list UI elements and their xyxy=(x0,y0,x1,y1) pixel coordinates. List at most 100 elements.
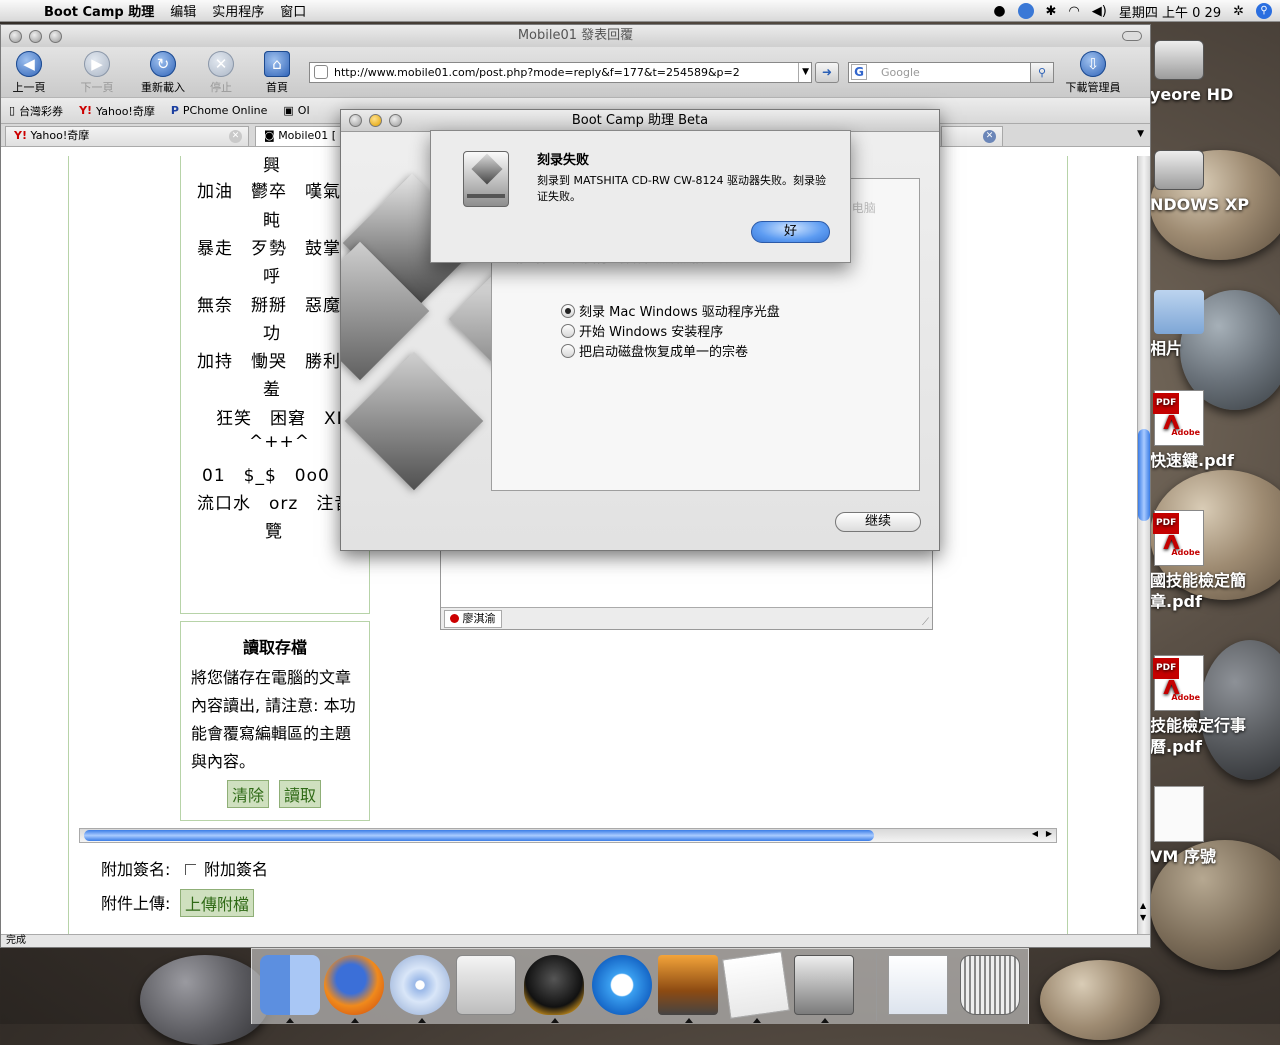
search-input[interactable]: G Google ⚲ xyxy=(848,62,1054,83)
bootcamp-assistant-icon[interactable] xyxy=(794,955,854,1015)
itunes-icon[interactable] xyxy=(390,955,450,1015)
tab-list-dropdown-icon[interactable]: ▼ xyxy=(1137,129,1144,139)
radio-icon xyxy=(561,344,575,358)
chat-contact-tab[interactable]: 廖淇渝 xyxy=(444,610,502,628)
emoticon-row[interactable]: 覽 xyxy=(265,517,283,542)
spotlight-icon[interactable]: ⚲ xyxy=(1256,3,1272,19)
scroll-left-arrow-icon[interactable]: ◀ xyxy=(1032,829,1038,838)
minimize-window-button[interactable] xyxy=(29,30,42,43)
running-indicator xyxy=(753,1018,761,1023)
finder-icon[interactable] xyxy=(260,955,320,1015)
close-window-button[interactable] xyxy=(9,30,22,43)
trash-icon[interactable] xyxy=(960,955,1020,1015)
zoom-window-button[interactable] xyxy=(389,114,402,127)
menu-window[interactable]: 窗口 xyxy=(272,1,314,20)
scroll-down-arrow-icon[interactable]: ▼ xyxy=(1140,913,1146,922)
bookmark-item[interactable]: ▣ OI xyxy=(275,104,317,117)
reload-button[interactable]: ↻ 重新載入 xyxy=(137,51,189,95)
quicktime-icon[interactable] xyxy=(592,955,652,1015)
zoom-window-button[interactable] xyxy=(49,30,62,43)
textedit-icon[interactable] xyxy=(722,951,790,1019)
iphoto-icon[interactable] xyxy=(658,955,718,1015)
close-tab-icon[interactable]: ✕ xyxy=(229,130,242,143)
bootcamp-apple-icon[interactable] xyxy=(456,955,516,1015)
pdf-file-icon: PDF ᴧ Adobe xyxy=(1153,390,1204,446)
horizontal-scroll-thumb[interactable] xyxy=(84,830,874,841)
close-window-button[interactable] xyxy=(349,114,362,127)
bookmark-item[interactable]: Y! Yahoo!奇摩 xyxy=(71,103,163,119)
google-engine-icon[interactable]: G xyxy=(851,64,867,80)
qq-status-icon[interactable]: ● xyxy=(993,3,1005,19)
desktop-icon-windows-disk[interactable]: NDOWS XP xyxy=(1150,140,1280,215)
emoticon-row[interactable]: 羞 xyxy=(263,375,281,400)
emoticon-row[interactable]: ^++^ xyxy=(249,432,310,452)
tab-other[interactable]: ✕ xyxy=(941,126,1003,146)
script-menu-icon[interactable]: ✲ xyxy=(1233,4,1244,19)
search-icon[interactable]: ⚲ xyxy=(1030,62,1054,83)
menu-utilities[interactable]: 实用程序 xyxy=(204,1,272,20)
continue-button[interactable]: 继续 xyxy=(835,512,921,532)
alert-title: 刻录失败 xyxy=(537,153,590,168)
yahoo-icon: Y! xyxy=(14,129,27,142)
vertical-scroll-thumb[interactable] xyxy=(1138,429,1150,521)
close-tab-icon[interactable]: ✕ xyxy=(983,130,996,143)
qq-penguin-icon[interactable] xyxy=(524,955,584,1015)
bluetooth-icon[interactable]: ✱ xyxy=(1046,4,1057,19)
scroll-up-arrow-icon[interactable]: ▲ xyxy=(1140,901,1146,910)
downloads-button[interactable]: ⇩ 下載管理員 xyxy=(1063,51,1123,95)
option-burn-driver-cd[interactable]: 刻录 Mac Windows 驱动程序光盘 xyxy=(561,301,780,320)
tab-yahoo[interactable]: Y! Yahoo!奇摩 ✕ xyxy=(5,126,249,146)
editor-horizontal-scrollbar[interactable]: ◀ ▶ xyxy=(79,828,1057,843)
running-indicator xyxy=(551,1018,559,1023)
menubar-clock[interactable]: 星期四 上午 0 29 xyxy=(1119,2,1221,21)
scroll-right-arrow-icon[interactable]: ▶ xyxy=(1046,829,1052,838)
emoticon-row[interactable]: 狂笑 困窘 XD xyxy=(216,404,351,429)
messenger-status-icon[interactable] xyxy=(1017,3,1034,19)
firefox-icon[interactable] xyxy=(324,955,384,1015)
signature-label: 附加簽名: xyxy=(101,860,171,879)
url-input[interactable]: http://www.mobile01.com/post.php?mode=re… xyxy=(309,62,812,83)
desktop-icon-photos-folder[interactable]: 相片 xyxy=(1150,278,1280,359)
signature-checkbox[interactable]: 附加簽名 xyxy=(185,856,268,880)
emoticon-row[interactable]: 功 xyxy=(263,319,281,344)
back-button[interactable]: ◀ 上一頁 xyxy=(3,51,55,95)
ok-button[interactable]: 好 xyxy=(751,221,830,243)
desktop-icon-label: NDOWS XP xyxy=(1150,195,1250,214)
desktop-icon-pdf-calendar[interactable]: PDF ᴧ Adobe 技能檢定行事曆.pdf xyxy=(1150,655,1278,757)
menu-app-name[interactable]: Boot Camp 助理 xyxy=(36,1,162,20)
option-restore-single-volume[interactable]: 把启动磁盘恢复成单一的宗卷 xyxy=(561,341,748,360)
reload-icon: ↻ xyxy=(150,51,176,77)
desktop-icon-pdf-shortcuts[interactable]: PDF ᴧ Adobe 快速鍵.pdf xyxy=(1150,390,1280,471)
navigation-toolbar: ◀ 上一頁 ▶ 下一頁 ↻ 重新載入 ✕ 停止 ⌂ 首頁 http://www.mobil… xyxy=(1,47,1150,97)
page-vertical-scrollbar[interactable]: ▲ ▼ xyxy=(1137,156,1150,936)
minimize-window-button[interactable] xyxy=(369,114,382,127)
desktop-icon-hd[interactable]: yeore HD xyxy=(1150,30,1280,105)
stop-button[interactable]: ✕ 停止 xyxy=(195,51,247,95)
menu-edit[interactable]: 编辑 xyxy=(162,1,204,20)
url-history-dropdown-icon[interactable]: ▼ xyxy=(798,63,809,82)
running-indicator xyxy=(351,1018,359,1023)
desktop-icon-vm-serial[interactable]: VM 序號 xyxy=(1150,786,1280,867)
bookmark-item[interactable]: P PChome Online xyxy=(163,104,276,117)
activity-monitor-icon[interactable] xyxy=(888,955,948,1015)
browser-titlebar[interactable]: Mobile01 發表回覆 xyxy=(1,25,1150,47)
clear-button[interactable]: 清除 xyxy=(227,780,270,808)
bootcamp-titlebar[interactable]: Boot Camp 助理 Beta xyxy=(341,110,939,132)
running-indicator xyxy=(286,1018,294,1023)
emoticon-row[interactable]: 呼 xyxy=(263,262,281,287)
bookmark-item[interactable]: ▯ 台灣彩券 xyxy=(1,103,71,119)
go-button[interactable]: ➜ xyxy=(815,62,839,83)
wifi-icon[interactable]: ◠ xyxy=(1068,4,1079,19)
emoticon-row[interactable]: 盹 xyxy=(263,206,281,231)
read-button[interactable]: 讀取 xyxy=(279,780,322,808)
option-start-windows-installer[interactable]: 开始 Windows 安装程序 xyxy=(561,321,723,340)
emoticon-row[interactable]: 興 xyxy=(263,156,281,176)
home-button[interactable]: ⌂ 首頁 xyxy=(251,51,303,95)
toolbar-toggle-button[interactable] xyxy=(1122,31,1142,41)
desktop-icon-pdf-exam-guide[interactable]: PDF ᴧ Adobe 國技能檢定簡章.pdf xyxy=(1150,510,1278,612)
volume-icon[interactable]: ◀) xyxy=(1092,4,1107,19)
resize-grip-icon[interactable]: ⟋ xyxy=(922,617,929,628)
forward-button[interactable]: ▶ 下一頁 xyxy=(71,51,123,95)
tab-mobile01[interactable]: ◙ Mobile01 [ xyxy=(255,126,345,146)
upload-attachment-button[interactable]: 上傳附檔 xyxy=(180,889,255,917)
